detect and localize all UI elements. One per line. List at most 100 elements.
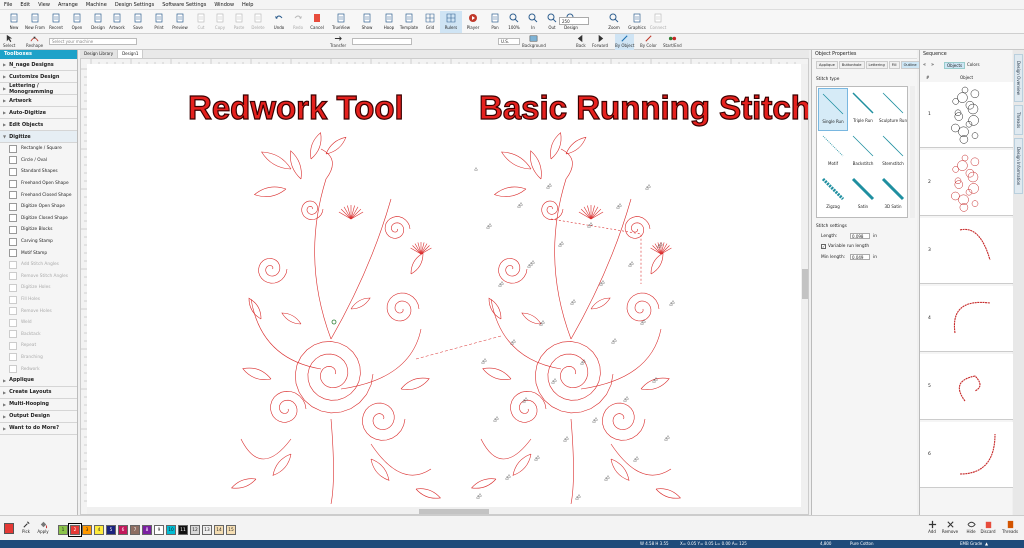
- menu-help[interactable]: Help: [242, 2, 253, 8]
- stitch-type-sculpture-run[interactable]: Sculpture Run: [878, 88, 908, 131]
- toolbox-section-applique[interactable]: ▶ Applique: [0, 374, 77, 387]
- ribbon-recent-button[interactable]: Recent: [45, 11, 67, 33]
- ribbon-trueview-button[interactable]: TrueView: [330, 11, 352, 33]
- tool-repeat[interactable]: Repeat: [0, 340, 77, 352]
- tab-design-library[interactable]: Design Library: [80, 50, 119, 58]
- machine-input[interactable]: Select your machine: [49, 38, 137, 45]
- stitch-type-satin[interactable]: Satin: [848, 174, 878, 217]
- ribbon-save-button[interactable]: Save: [127, 11, 149, 33]
- thread-swatch[interactable]: 13: [202, 525, 212, 535]
- reshape-button[interactable]: Reshape: [26, 34, 43, 50]
- thread-swatch[interactable]: 14: [214, 525, 224, 535]
- units-select[interactable]: U.S.: [498, 38, 520, 45]
- toolbox-section-artwork[interactable]: ▶ Artwork: [0, 95, 77, 107]
- variable-run-checkbox[interactable]: ✓: [821, 244, 826, 249]
- menu-design-settings[interactable]: Design Settings: [115, 2, 154, 8]
- stitch-type-3d-satin[interactable]: 3D Satin: [878, 174, 908, 217]
- tab-colors[interactable]: Colors: [965, 62, 982, 67]
- toolbox-section-n-nage-designs[interactable]: ▶ N_nage Designs: [0, 59, 77, 71]
- start-end-button[interactable]: Start/End: [663, 34, 682, 50]
- ribbon-delete-button[interactable]: Delete: [247, 11, 269, 33]
- tab-applique[interactable]: Applique: [816, 61, 838, 69]
- tool-branching[interactable]: Branching: [0, 352, 77, 364]
- tool-redwork[interactable]: Redwork: [0, 363, 77, 375]
- ribbon-preview-button[interactable]: Preview: [169, 11, 191, 33]
- ribbon-template-button[interactable]: Template: [398, 11, 420, 33]
- stitch-type-stemstitch[interactable]: Stemstitch: [878, 131, 908, 174]
- back-button[interactable]: Back: [576, 34, 586, 50]
- sequence-row[interactable]: 6: [920, 422, 1013, 488]
- menu-edit[interactable]: Edit: [20, 2, 30, 8]
- design-canvas[interactable]: Redwork Tool Basic Running Stitch: [80, 58, 809, 515]
- tool-motif-stamp[interactable]: Motif Stamp: [0, 247, 77, 259]
- collapse-icon[interactable]: «: [923, 62, 926, 68]
- ribbon-graphics-button[interactable]: Graphics: [626, 11, 648, 33]
- pick-button[interactable]: Pick: [19, 520, 33, 534]
- ribbon-zoom-button[interactable]: Zoom: [603, 11, 625, 33]
- background-button[interactable]: Background: [522, 34, 546, 50]
- sequence-row[interactable]: 4: [920, 286, 1013, 352]
- by-color-button[interactable]: By Color: [640, 34, 657, 50]
- tab-design-overview[interactable]: Design Overview: [1014, 54, 1023, 102]
- stitch-type-zigzag[interactable]: Zigzag: [818, 174, 848, 217]
- sequence-row[interactable]: 2: [920, 150, 1013, 216]
- tool-digitize-holes[interactable]: Digitize Holes: [0, 282, 77, 294]
- thread-swatch[interactable]: 3: [82, 525, 92, 535]
- tab-design-information[interactable]: Design Information: [1014, 138, 1023, 194]
- stitch-type-backstitch[interactable]: Backstitch: [848, 131, 878, 174]
- tab-buttonhole[interactable]: Buttonhole: [838, 61, 865, 69]
- thread-swatch[interactable]: 2: [68, 523, 82, 537]
- sequence-row[interactable]: 3: [920, 218, 1013, 284]
- menu-window[interactable]: Window: [214, 2, 234, 8]
- thread-swatch[interactable]: 11: [178, 525, 188, 535]
- toolbox-section-output-design[interactable]: ▶ Output Design: [0, 410, 77, 423]
- toolbox-section-multi-hooping[interactable]: ▶ Multi-Hooping: [0, 398, 77, 411]
- thread-swatch[interactable]: 9: [154, 525, 164, 535]
- thread-swatch[interactable]: 7: [130, 525, 140, 535]
- sequence-add-button[interactable]: Add: [922, 520, 942, 534]
- menu-file[interactable]: File: [4, 2, 12, 8]
- ribbon-connect-button[interactable]: Connect: [647, 11, 669, 33]
- stitch-grid-scrollbar[interactable]: [910, 86, 915, 218]
- expand-icon[interactable]: »: [931, 62, 934, 68]
- toolbox-section-customize-design[interactable]: ▶ Customize Design: [0, 71, 77, 83]
- ribbon-print-button[interactable]: Print: [148, 11, 170, 33]
- tab-outline[interactable]: Outline: [900, 61, 920, 69]
- toolbox-section-digitize[interactable]: ▼ Digitize: [0, 131, 77, 143]
- toolbox-section-auto-digitize[interactable]: ▶ Auto-Digitize: [0, 107, 77, 119]
- ribbon-rulers-button[interactable]: Rulers: [440, 11, 462, 33]
- stitch-type-motif[interactable]: Motif: [818, 131, 848, 174]
- select-button[interactable]: Select: [3, 34, 15, 50]
- thread-swatch[interactable]: 8: [142, 525, 152, 535]
- sequence-discard-button[interactable]: Discard: [978, 520, 998, 534]
- by-object-button[interactable]: By Object: [615, 34, 635, 50]
- toolbox-section-create-layouts[interactable]: ▶ Create Layouts: [0, 386, 77, 399]
- toolbox-section-want-to-do-more[interactable]: ▶ Want to do More?: [0, 422, 77, 435]
- ribbon-hoop-button[interactable]: Hoop: [378, 11, 400, 33]
- ribbon-show-button[interactable]: Show: [356, 11, 378, 33]
- stitch-type-triple-run[interactable]: Triple Run: [848, 88, 878, 131]
- toolbox-section-edit-objects[interactable]: ▶ Edit Objects: [0, 119, 77, 131]
- tool-standard-shapes[interactable]: Standard Shapes: [0, 166, 77, 178]
- tool-digitize-closed-shape[interactable]: Digitize Closed Shape: [0, 213, 77, 225]
- hoop-select[interactable]: [352, 38, 412, 45]
- transfer-button[interactable]: Transfer: [330, 34, 346, 50]
- menu-arrange[interactable]: Arrange: [58, 2, 78, 8]
- tab-threads[interactable]: Threads: [1014, 105, 1023, 135]
- apply-button[interactable]: Apply: [36, 520, 50, 534]
- tool-remove-stitch-angles[interactable]: Remove Stitch Angles: [0, 271, 77, 283]
- zoom-select[interactable]: 250: [559, 17, 589, 25]
- sequence-remove-button[interactable]: Remove: [940, 520, 960, 534]
- toolbox-section-lettering-monogramming[interactable]: ▶ Lettering / Monogramming: [0, 83, 77, 95]
- tab-lettering[interactable]: Lettering: [865, 61, 888, 69]
- menu-view[interactable]: View: [38, 2, 50, 8]
- tool-carving-stamp[interactable]: Carving Stamp: [0, 236, 77, 248]
- tool-backtack[interactable]: Backtack: [0, 329, 77, 341]
- ribbon-player-button[interactable]: Player: [462, 11, 484, 33]
- ribbon-new-button[interactable]: New: [3, 11, 25, 33]
- tool-digitize-open-shape[interactable]: Digitize Open Shape: [0, 201, 77, 213]
- sequence-row[interactable]: 5: [920, 354, 1013, 420]
- tab-objects[interactable]: Objects: [944, 62, 966, 69]
- forward-button[interactable]: Forward: [592, 34, 608, 50]
- ribbon-artwork-button[interactable]: Artwork: [106, 11, 128, 33]
